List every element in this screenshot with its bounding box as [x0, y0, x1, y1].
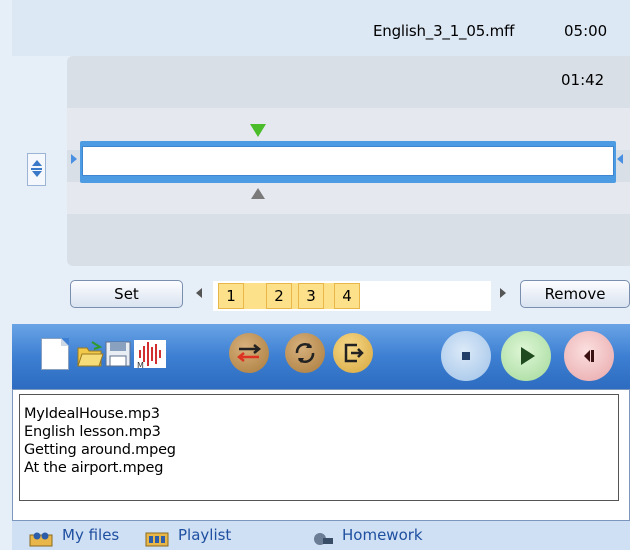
spin-divider — [31, 168, 42, 170]
homework-icon — [311, 529, 337, 550]
file-list-panel: MyIdealHouse.mp3 English lesson.mp3 Gett… — [12, 389, 630, 521]
bookmark-4[interactable]: 4 — [334, 283, 360, 309]
tab-homework[interactable]: Homework — [342, 526, 423, 544]
total-time: 05:00 — [564, 22, 608, 40]
bookmark-2[interactable]: 2 — [266, 283, 292, 309]
timeline-start-marker-icon[interactable] — [71, 154, 77, 164]
remove-button[interactable]: Remove — [520, 280, 630, 308]
bookmark-gap — [242, 283, 268, 309]
exit-icon[interactable] — [333, 333, 373, 373]
list-item[interactable]: MyIdealHouse.mp3 — [24, 405, 618, 423]
timeline-selection[interactable] — [82, 146, 614, 176]
record-icon[interactable] — [564, 331, 614, 381]
play-icon[interactable] — [501, 331, 551, 381]
stop-icon[interactable] — [441, 331, 491, 381]
list-item[interactable]: English lesson.mp3 — [24, 423, 618, 441]
bookmark-1[interactable]: 1 — [218, 283, 244, 309]
current-time: 01:42 — [561, 71, 605, 89]
save-icon[interactable] — [104, 338, 132, 370]
bookmark-3[interactable]: 3 — [298, 283, 324, 309]
repeat-icon[interactable] — [285, 333, 325, 373]
new-file-icon[interactable] — [41, 338, 69, 370]
svg-text:M: M — [137, 361, 144, 370]
playlist-icon — [144, 529, 170, 550]
spin-down-icon[interactable] — [32, 171, 42, 177]
file-name: English_3_1_05.mff — [373, 22, 515, 40]
editor-lane-bottom — [67, 182, 630, 214]
position-marker-icon[interactable] — [250, 124, 266, 137]
file-list[interactable]: MyIdealHouse.mp3 English lesson.mp3 Gett… — [19, 394, 619, 501]
bookmark-next-icon[interactable] — [500, 288, 506, 298]
open-folder-icon[interactable] — [76, 338, 104, 370]
waveform-icon[interactable]: M — [134, 338, 166, 370]
bookmark-prev-icon[interactable] — [196, 288, 202, 298]
users-icon — [28, 529, 54, 550]
spin-up-icon[interactable] — [32, 160, 42, 166]
zoom-spin-control[interactable] — [27, 153, 46, 186]
tab-my-files[interactable]: My files — [62, 526, 119, 544]
list-item[interactable]: Getting around.mpeg — [24, 441, 618, 459]
bookmark-marker-icon[interactable] — [251, 188, 265, 199]
file-header — [12, 0, 630, 56]
audio-player-window: English_3_1_05.mff 05:00 01:42 Set 1 2 3… — [0, 0, 630, 550]
timeline-end-marker-icon[interactable] — [617, 154, 623, 164]
list-item[interactable]: At the airport.mpeg — [24, 459, 618, 477]
mix-icon[interactable] — [229, 333, 269, 373]
tab-playlist[interactable]: Playlist — [178, 526, 231, 544]
set-button[interactable]: Set — [70, 280, 183, 308]
